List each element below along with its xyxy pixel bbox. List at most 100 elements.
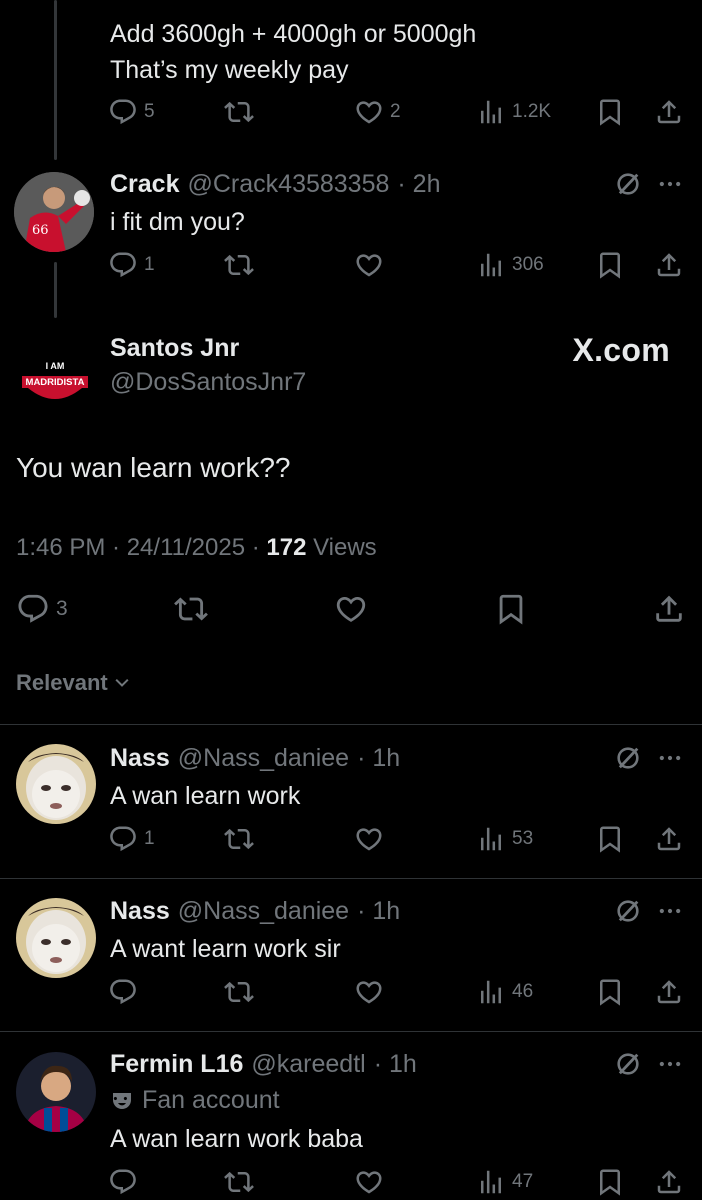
like-button[interactable]	[354, 977, 384, 1007]
avatar[interactable]: 66	[14, 172, 94, 252]
handle[interactable]: @kareedtl	[251, 1050, 365, 1079]
bookmark-button[interactable]	[595, 250, 625, 280]
timestamp[interactable]: · 1h	[374, 1050, 417, 1079]
grok-icon	[614, 170, 642, 198]
chevron-down-icon	[112, 673, 132, 693]
bookmark-button[interactable]	[595, 97, 625, 127]
bar-chart-icon	[476, 250, 506, 280]
timestamp[interactable]: 1:46 PM · 24/11/2025 ·	[16, 534, 260, 561]
reply-button[interactable]: 1	[108, 824, 155, 854]
repost-button[interactable]	[224, 824, 254, 854]
grok-button[interactable]	[614, 897, 642, 930]
reply-button[interactable]: 1	[108, 250, 155, 280]
repost-icon	[224, 97, 254, 127]
repost-button[interactable]	[224, 977, 254, 1007]
reply-icon	[108, 824, 138, 854]
divider	[0, 724, 702, 725]
share-button[interactable]	[654, 977, 684, 1007]
views-label: Views	[313, 534, 377, 561]
share-button[interactable]	[652, 592, 686, 626]
bookmark-button[interactable]	[494, 592, 528, 626]
display-name[interactable]: Fermin L16	[110, 1050, 243, 1079]
grok-icon	[614, 744, 642, 772]
views-button[interactable]: 47	[476, 1167, 533, 1197]
views-button[interactable]: 53	[476, 824, 533, 854]
avatar[interactable]	[16, 898, 96, 978]
share-button[interactable]	[654, 97, 684, 127]
display-name[interactable]: Nass	[110, 744, 170, 773]
repost-button[interactable]	[224, 97, 254, 127]
heart-icon	[354, 250, 384, 280]
display-name[interactable]: Crack	[110, 170, 180, 199]
baby-avatar-image	[16, 898, 96, 978]
tweet-actions: 5 2 1.2K	[108, 97, 688, 133]
grok-button[interactable]	[614, 744, 642, 777]
heart-icon	[354, 97, 384, 127]
grok-button[interactable]	[614, 170, 642, 203]
handle[interactable]: @Nass_daniee	[178, 897, 349, 926]
share-button[interactable]	[654, 1167, 684, 1197]
fan-account-badge: Fan account	[110, 1086, 280, 1115]
reply-icon	[108, 97, 138, 127]
divider	[0, 878, 702, 879]
timestamp[interactable]: · 2h	[397, 170, 440, 199]
more-button[interactable]	[656, 897, 684, 930]
tweet-actions: 1 306	[108, 250, 688, 286]
grok-button[interactable]	[614, 1050, 642, 1083]
bookmark-icon	[595, 824, 625, 854]
main-tweet-actions: 3	[16, 592, 688, 628]
mask-icon	[110, 1089, 134, 1113]
tweet-text: A wan learn work	[110, 782, 301, 810]
like-button[interactable]	[354, 250, 384, 280]
views-button[interactable]: 46	[476, 977, 533, 1007]
repost-button[interactable]	[224, 250, 254, 280]
handle[interactable]: @Crack43583358	[188, 170, 390, 199]
repost-icon	[224, 977, 254, 1007]
svg-text:I AM: I AM	[46, 361, 65, 371]
avatar[interactable]	[16, 744, 96, 824]
xcom-watermark: X.com	[572, 332, 670, 368]
avatar[interactable]: I AM MADRIDISTA	[14, 330, 96, 412]
like-button[interactable]: 2	[354, 97, 401, 127]
display-name[interactable]: Nass	[110, 897, 170, 926]
like-button[interactable]	[334, 592, 368, 626]
bar-chart-icon	[476, 1167, 506, 1197]
repost-button[interactable]	[174, 592, 208, 626]
tweet-header: Crack @Crack43583358 · 2h	[110, 170, 441, 199]
timestamp[interactable]: · 1h	[357, 744, 400, 773]
reply-icon	[108, 250, 138, 280]
repost-icon	[224, 824, 254, 854]
views-button[interactable]: 1.2K	[476, 97, 551, 127]
sort-dropdown[interactable]: Relevant	[16, 670, 132, 696]
reply-button[interactable]	[108, 977, 144, 1007]
share-icon	[654, 1167, 684, 1197]
reply-icon	[108, 977, 138, 1007]
repost-button[interactable]	[224, 1167, 254, 1197]
like-button[interactable]	[354, 1167, 384, 1197]
reply-button[interactable]: 5	[108, 97, 155, 127]
reply-button[interactable]: 3	[16, 592, 68, 626]
like-button[interactable]	[354, 824, 384, 854]
bookmark-button[interactable]	[595, 824, 625, 854]
bar-chart-icon	[476, 824, 506, 854]
more-icon	[656, 744, 684, 772]
more-button[interactable]	[656, 744, 684, 777]
bookmark-button[interactable]	[595, 1167, 625, 1197]
bookmark-button[interactable]	[595, 977, 625, 1007]
reply-button[interactable]	[108, 1167, 144, 1197]
share-button[interactable]	[654, 824, 684, 854]
bookmark-icon	[595, 250, 625, 280]
views-button[interactable]: 306	[476, 250, 544, 280]
share-button[interactable]	[654, 250, 684, 280]
timestamp[interactable]: · 1h	[357, 897, 400, 926]
handle[interactable]: @DosSantosJnr7	[110, 368, 306, 397]
bar-chart-icon	[476, 977, 506, 1007]
display-name[interactable]: Santos Jnr	[110, 334, 239, 363]
avatar[interactable]	[16, 1052, 96, 1132]
tweet-actions: 1 53	[108, 824, 688, 860]
more-button[interactable]	[656, 170, 684, 203]
more-button[interactable]	[656, 1050, 684, 1083]
share-icon	[654, 97, 684, 127]
badge-label: Fan account	[142, 1086, 280, 1114]
handle[interactable]: @Nass_daniee	[178, 744, 349, 773]
